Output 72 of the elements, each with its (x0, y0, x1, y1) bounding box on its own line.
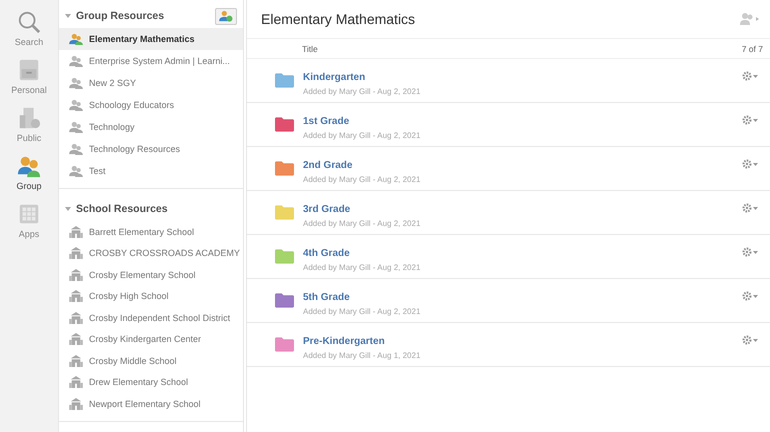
people-icon (69, 55, 83, 67)
folder-meta: Added by Mary Gill - Aug 2, 2021 (303, 175, 422, 184)
nav-item[interactable]: Personal (1, 56, 57, 97)
page-title: Elementary Mathematics (261, 11, 416, 27)
item-count: 7 of 7 (742, 44, 763, 54)
settings-button[interactable] (742, 159, 760, 169)
sidebar-item[interactable]: Technology (59, 116, 243, 138)
add-group-button[interactable] (215, 8, 237, 24)
search-icon (17, 10, 41, 34)
settings-button[interactable] (742, 291, 760, 301)
sidebar-item[interactable]: Barrett Elementary School (59, 221, 243, 242)
sidebar-item[interactable]: Crosby High School (59, 286, 243, 307)
sidebar-item[interactable]: Crosby Kindergarten Center (59, 328, 243, 350)
folder-meta: Added by Mary Gill - Aug 2, 2021 (303, 263, 422, 272)
members-button[interactable] (740, 13, 760, 25)
folder-meta: Added by Mary Gill - Aug 2, 2021 (303, 307, 422, 316)
folder-meta: Added by Mary Gill - Aug 2, 2021 (303, 87, 422, 96)
sidebar-item[interactable]: Enterprise System Admin | Learni... (59, 50, 243, 72)
section-title: Group Resources (76, 10, 166, 22)
people-icon (17, 154, 41, 178)
sidebar-item[interactable]: Crosby Middle School (59, 350, 243, 372)
sidebar-item[interactable]: Schoology Educators (59, 94, 243, 116)
folder-meta: Added by Mary Gill - Aug 1, 2021 (303, 351, 422, 360)
nav-item[interactable]: Group (1, 152, 57, 193)
school-icon (69, 354, 83, 367)
school-icon (69, 290, 83, 302)
school-icon (69, 312, 83, 324)
folder-link[interactable]: 4th Grade (303, 248, 742, 259)
folder-link[interactable]: 1st Grade (303, 116, 742, 127)
settings-button[interactable] (742, 115, 760, 125)
expand-caret-icon[interactable] (65, 13, 71, 19)
nav-item[interactable]: Apps (1, 200, 57, 241)
sidebar-item[interactable]: Test (59, 160, 243, 182)
folder-link[interactable]: 5th Grade (303, 292, 742, 303)
settings-button[interactable] (742, 203, 760, 213)
building-icon (17, 106, 41, 130)
sidebar-item[interactable]: Elementary Mathematics (59, 28, 243, 50)
settings-button[interactable] (742, 71, 760, 81)
school-icon (69, 247, 83, 260)
school-icon (69, 268, 83, 281)
school-icon (69, 376, 83, 388)
settings-button[interactable] (742, 335, 760, 345)
school-icon (69, 333, 83, 346)
sidebar-item[interactable]: Newport Elementary School (59, 393, 243, 414)
folder-meta: Added by Mary Gill - Aug 2, 2021 (303, 219, 422, 228)
section-title: School Resources (76, 203, 169, 215)
column-header: Title (302, 44, 319, 54)
sidebar-item[interactable]: Drew Elementary School (59, 372, 243, 393)
people-icon (69, 165, 83, 177)
folder-meta: Added by Mary Gill - Aug 2, 2021 (303, 131, 422, 140)
sidebar-item[interactable]: New 2 SGY (59, 72, 243, 94)
school-icon (69, 226, 83, 238)
people-icon (69, 33, 83, 45)
people-icon (69, 121, 83, 133)
settings-button[interactable] (742, 247, 760, 257)
drawer-icon (17, 58, 41, 82)
people-icon (69, 99, 83, 111)
school-icon (69, 398, 83, 410)
sidebar-item[interactable]: Crosby Elementary School (59, 264, 243, 286)
sidebar-item[interactable]: Technology Resources (59, 138, 243, 160)
sidebar-item[interactable]: Crosby Independent School District (59, 307, 243, 328)
nav-item[interactable]: Public (1, 104, 57, 145)
people-icon (69, 77, 83, 89)
folder-link[interactable]: 3rd Grade (303, 204, 742, 215)
folder-link[interactable]: 2nd Grade (303, 160, 742, 171)
expand-caret-icon[interactable] (65, 206, 71, 212)
sidebar-item[interactable]: CROSBY CROSSROADS ACADEMY (59, 242, 243, 264)
folder-link[interactable]: Pre-Kindergarten (303, 336, 742, 347)
grid-icon (17, 202, 41, 226)
people-icon (69, 143, 83, 155)
folder-link[interactable]: Kindergarten (303, 72, 742, 83)
nav-item[interactable]: Search (1, 8, 57, 49)
